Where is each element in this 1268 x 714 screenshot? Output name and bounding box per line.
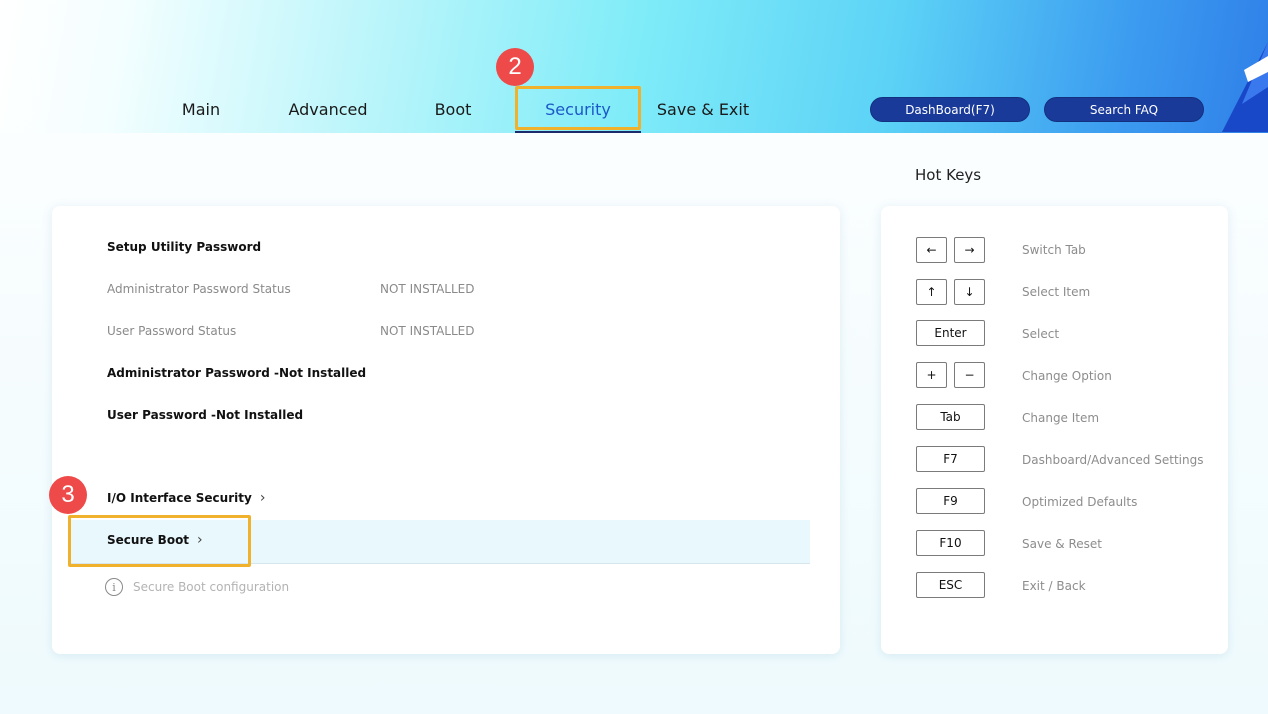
f10-key: F10: [916, 530, 985, 556]
minus-key: −: [954, 362, 985, 388]
arrow-right-key: →: [954, 237, 985, 263]
enter-key: Enter: [916, 320, 985, 346]
user-password-status-label: User Password Status: [107, 324, 237, 338]
security-tab-highlight: [515, 86, 641, 130]
hotkey-desc: Switch Tab: [1022, 243, 1086, 257]
tab-advanced[interactable]: Advanced: [284, 100, 372, 120]
help-line: i Secure Boot configuration: [105, 578, 289, 596]
tab-key: Tab: [916, 404, 985, 430]
step-badge-2: 2: [496, 48, 534, 86]
hotkey-desc: Change Option: [1022, 369, 1112, 383]
arrow-up-key: ↑: [916, 279, 947, 305]
user-password-item[interactable]: User Password -Not Installed: [107, 408, 303, 422]
active-tab-underline: [515, 131, 641, 133]
search-faq-button[interactable]: Search FAQ: [1044, 97, 1204, 122]
f9-key: F9: [916, 488, 985, 514]
io-interface-security-item[interactable]: I/O Interface Security ›: [107, 490, 265, 506]
arrow-left-key: ←: [916, 237, 947, 263]
tab-main[interactable]: Main: [168, 100, 234, 120]
chevron-right-icon: ›: [259, 490, 266, 506]
io-interface-security-label: I/O Interface Security: [107, 491, 252, 505]
tab-boot[interactable]: Boot: [420, 100, 486, 120]
help-text: Secure Boot configuration: [133, 580, 290, 594]
hotkey-desc: Exit / Back: [1022, 579, 1086, 593]
esc-key: ESC: [916, 572, 985, 598]
hotkey-desc: Select: [1022, 327, 1060, 341]
dashboard-button[interactable]: DashBoard(F7): [870, 97, 1030, 122]
corner-emblem-icon: [1222, 42, 1268, 132]
admin-password-status-value: NOT INSTALLED: [380, 282, 475, 296]
arrow-down-key: ↓: [954, 279, 985, 305]
setup-utility-password-title: Setup Utility Password: [107, 240, 262, 254]
hotkey-desc: Optimized Defaults: [1022, 495, 1138, 509]
hotkey-desc: Dashboard/Advanced Settings: [1022, 453, 1204, 467]
admin-password-status-label: Administrator Password Status: [107, 282, 291, 296]
hotkey-desc: Change Item: [1022, 411, 1100, 425]
info-icon: i: [105, 578, 123, 596]
hotkeys-title: Hot Keys: [915, 166, 982, 184]
hotkey-desc: Save & Reset: [1022, 537, 1102, 551]
admin-password-item[interactable]: Administrator Password -Not Installed: [107, 366, 366, 380]
plus-key: +: [916, 362, 947, 388]
step-badge-3: 3: [49, 476, 87, 514]
tab-save-exit[interactable]: Save & Exit: [650, 100, 756, 120]
hotkey-desc: Select Item: [1022, 285, 1091, 299]
f7-key: F7: [916, 446, 985, 472]
secure-boot-highlight: [68, 515, 251, 567]
user-password-status-value: NOT INSTALLED: [380, 324, 475, 338]
